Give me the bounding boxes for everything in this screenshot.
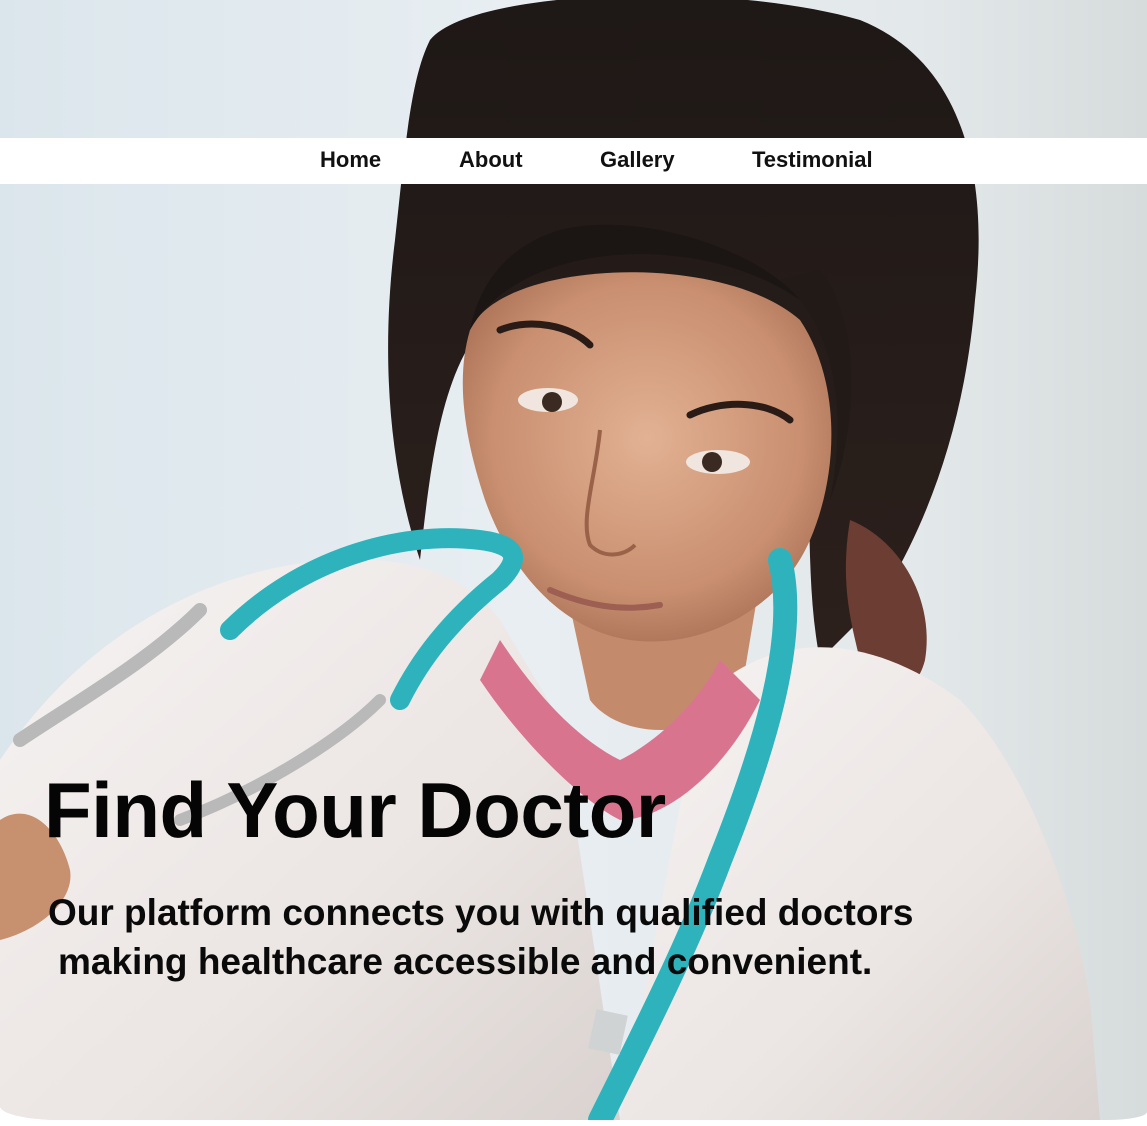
nav-about-link[interactable]: About xyxy=(459,138,523,184)
main-navbar: Home About Gallery Testimonial xyxy=(0,138,1147,184)
nav-home-link[interactable]: Home xyxy=(320,138,381,184)
hero-description-line1: Our platform connects you with qualified… xyxy=(48,892,914,933)
hero-description: Our platform connects you with qualified… xyxy=(48,888,913,986)
nav-testimonial-link[interactable]: Testimonial xyxy=(752,138,873,184)
nav-gallery-link[interactable]: Gallery xyxy=(600,138,675,184)
hero-description-line2: making healthcare accessible and conveni… xyxy=(58,941,873,982)
hero-title: Find Your Doctor xyxy=(44,766,666,854)
